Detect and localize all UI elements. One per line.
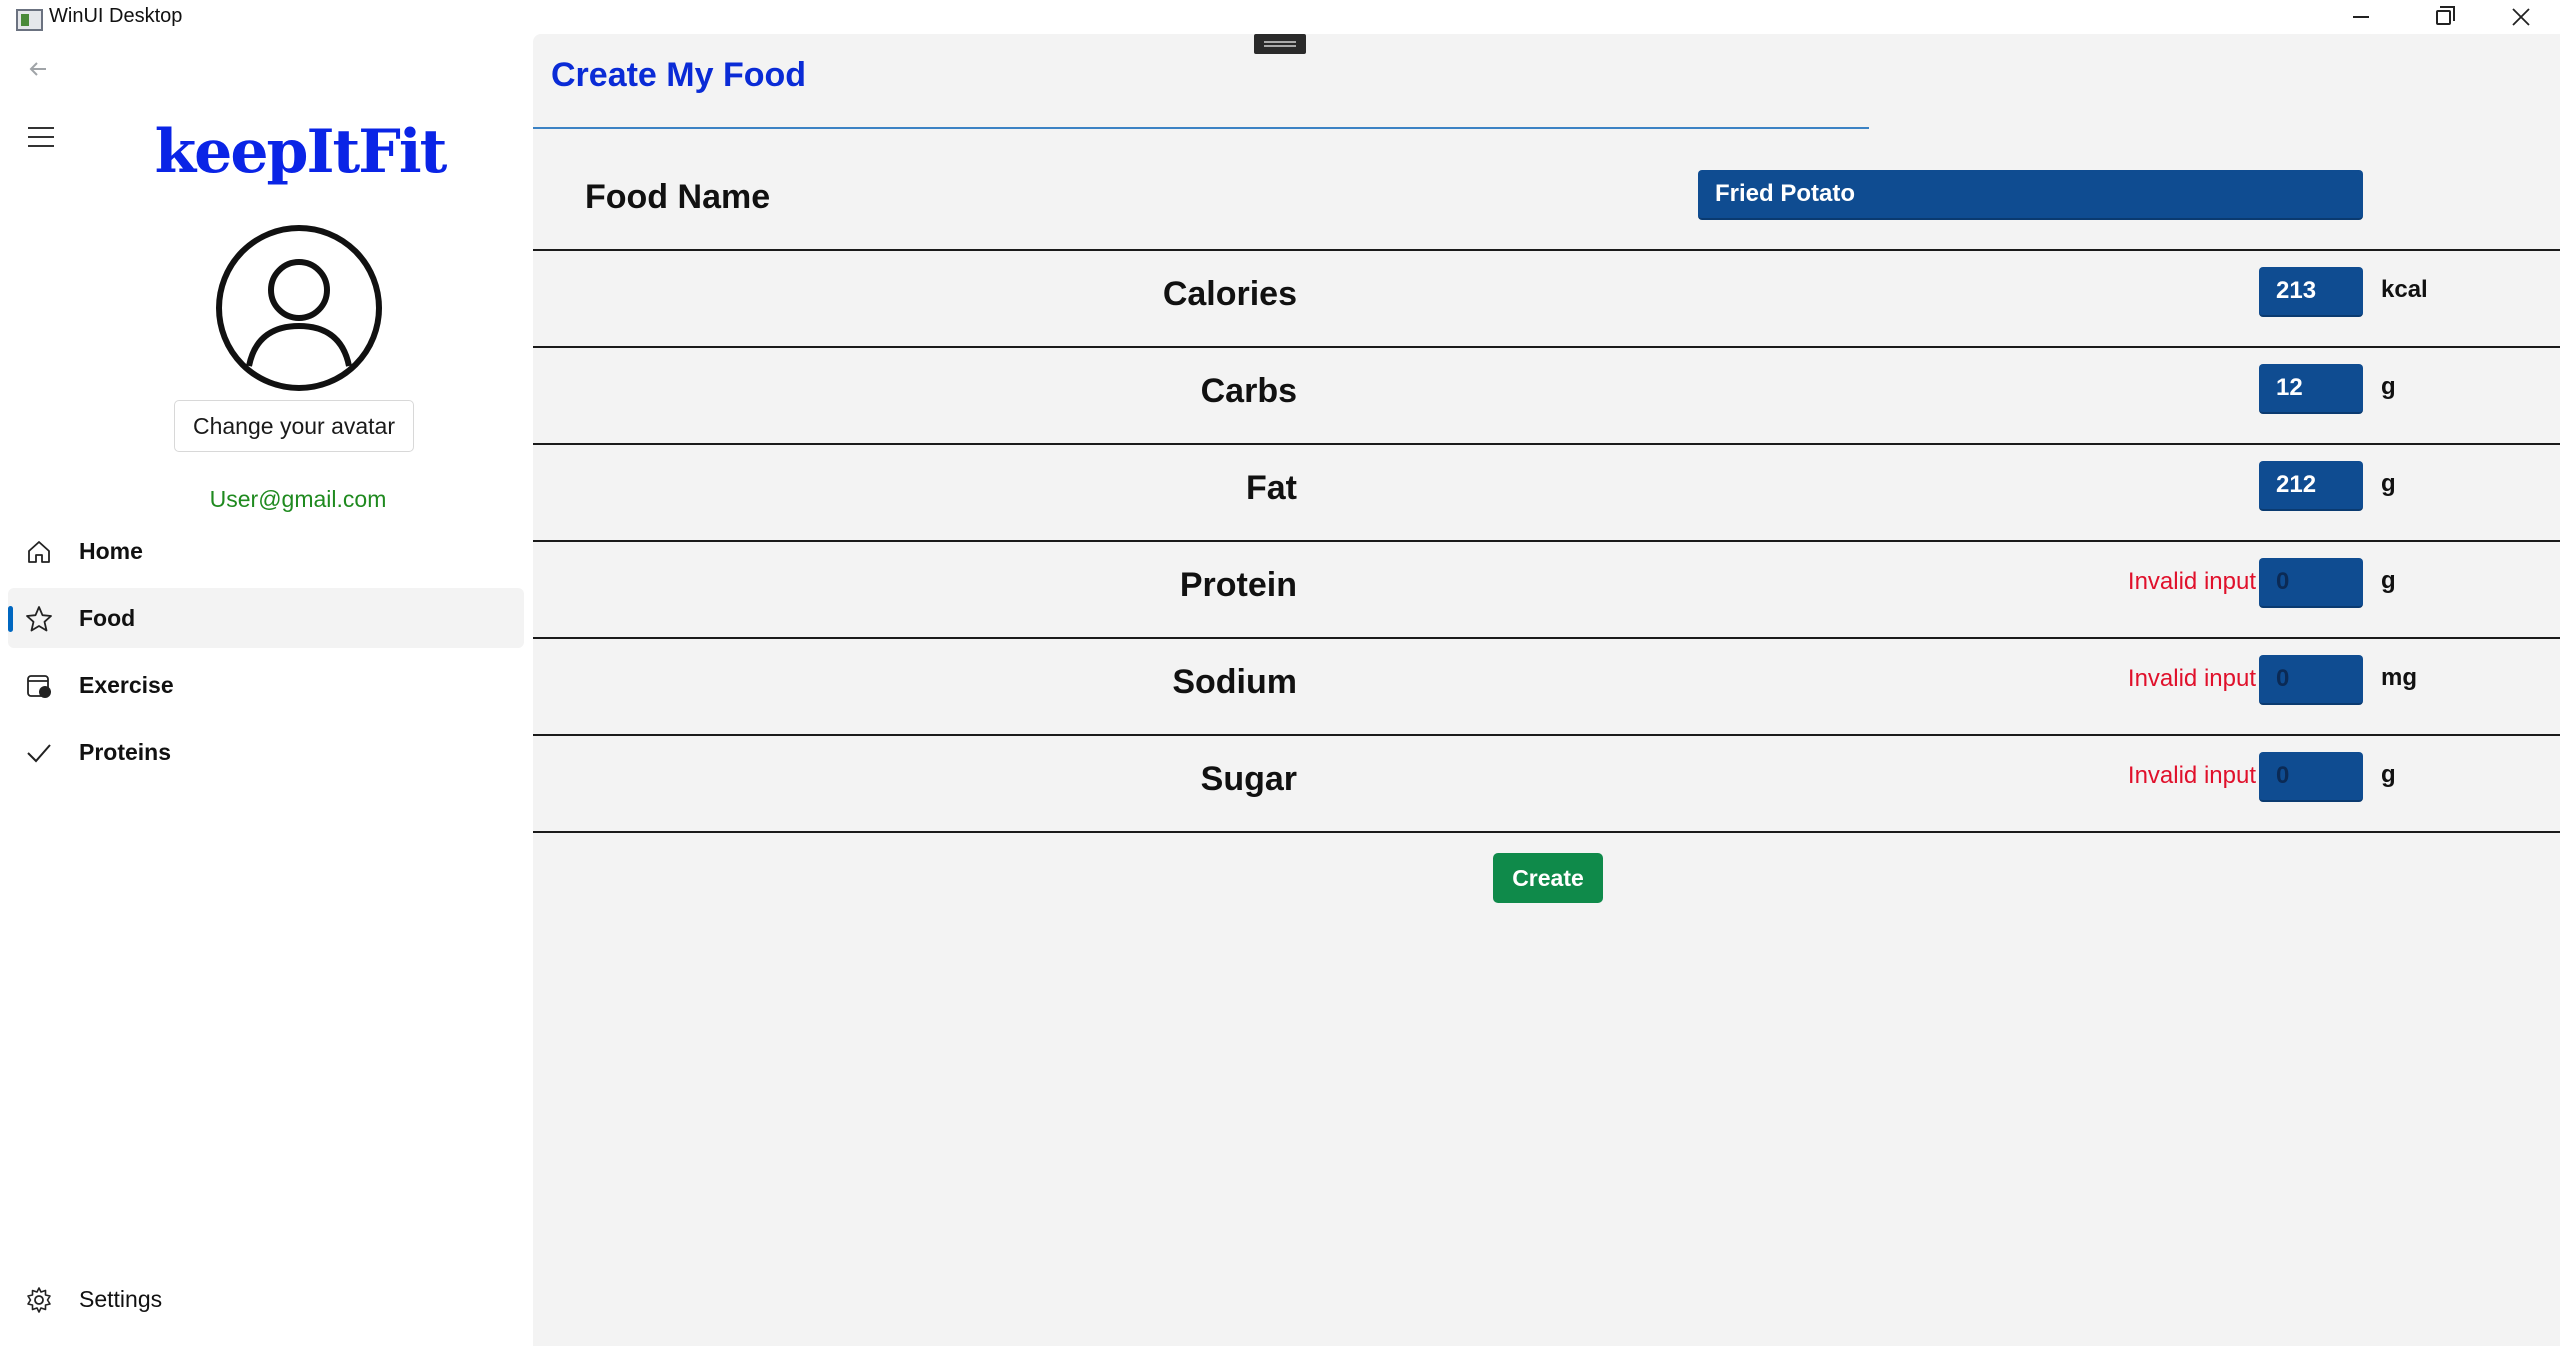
unit-label: g: [2381, 470, 2396, 497]
nav-item-food[interactable]: Food: [8, 588, 524, 648]
content-frame: Create My Food Food Name Calories kcal C…: [533, 34, 2560, 1346]
close-button[interactable]: [2482, 0, 2560, 34]
page-title: Create My Food: [551, 56, 807, 94]
nav-item-label: Home: [79, 537, 143, 564]
protein-row: Protein Invalid input g: [533, 542, 2560, 639]
sodium-input[interactable]: [2259, 655, 2363, 705]
minimize-button[interactable]: [2322, 0, 2400, 34]
title-bar: WinUI Desktop: [0, 0, 2560, 34]
sugar-row: Sugar Invalid input g: [533, 736, 2560, 833]
nav-item-label: Exercise: [79, 671, 174, 698]
nav-item-exercise[interactable]: Exercise: [8, 655, 524, 715]
navigation-pane: keepItFit Change your avatar User@gmail.…: [0, 34, 532, 1346]
star-icon: [24, 604, 54, 634]
hamburger-icon: [28, 127, 54, 129]
sugar-label: Sugar: [1200, 760, 1297, 798]
protein-label: Protein: [1179, 566, 1297, 604]
nav-item-proteins[interactable]: Proteins: [8, 722, 524, 782]
calories-input[interactable]: [2259, 267, 2363, 317]
fat-input[interactable]: [2259, 461, 2363, 511]
nav-item-label: Food: [79, 604, 136, 631]
create-button[interactable]: Create: [1493, 853, 1603, 903]
carbs-label: Carbs: [1200, 372, 1297, 410]
unit-label: g: [2381, 761, 2396, 788]
validation-error: Invalid input: [2127, 568, 2256, 595]
checkmark-icon: [24, 738, 54, 768]
calories-row: Calories kcal: [533, 251, 2560, 348]
minimize-icon: [2353, 16, 2369, 18]
restore-button[interactable]: [2404, 0, 2482, 34]
app-logo: keepItFit: [154, 117, 448, 187]
food-name-row: Food Name: [533, 154, 2560, 251]
carbs-input[interactable]: [2259, 364, 2363, 414]
gear-icon: [24, 1285, 54, 1315]
unit-label: kcal: [2381, 276, 2428, 303]
user-email: User@gmail.com: [209, 486, 387, 512]
window-title: WinUI Desktop: [49, 5, 183, 27]
selection-indicator: [8, 606, 13, 632]
unit-label: g: [2381, 567, 2396, 594]
sodium-row: Sodium Invalid input mg: [533, 639, 2560, 736]
nav-item-home[interactable]: Home: [8, 521, 524, 581]
sugar-input[interactable]: [2259, 752, 2363, 802]
validation-error: Invalid input: [2127, 762, 2256, 789]
change-avatar-button[interactable]: Change your avatar: [174, 400, 414, 452]
nav-item-label: Settings: [79, 1285, 163, 1312]
back-button[interactable]: [22, 56, 54, 88]
nav-item-settings[interactable]: Settings: [8, 1269, 524, 1329]
validation-error: Invalid input: [2127, 665, 2256, 692]
home-icon: [24, 537, 54, 567]
title-divider: [533, 127, 1869, 129]
unit-label: mg: [2381, 664, 2417, 691]
fat-label: Fat: [1246, 469, 1297, 507]
app-icon: [16, 9, 43, 31]
sodium-label: Sodium: [1172, 663, 1297, 701]
protein-input[interactable]: [2259, 558, 2363, 608]
carbs-row: Carbs g: [533, 348, 2560, 445]
unit-label: g: [2381, 373, 2396, 400]
fat-row: Fat g: [533, 445, 2560, 542]
avatar-icon: [216, 225, 382, 391]
drag-handle[interactable]: [1254, 34, 1306, 54]
restore-icon: [2435, 5, 2455, 25]
calories-label: Calories: [1162, 275, 1297, 313]
nav-item-label: Proteins: [79, 738, 172, 765]
food-name-label: Food Name: [585, 178, 771, 216]
food-name-input[interactable]: [1698, 170, 2363, 220]
hamburger-menu-button[interactable]: [28, 127, 58, 149]
close-icon: [2512, 8, 2530, 26]
back-arrow-icon: [29, 62, 46, 76]
calendar-icon: [24, 671, 54, 701]
